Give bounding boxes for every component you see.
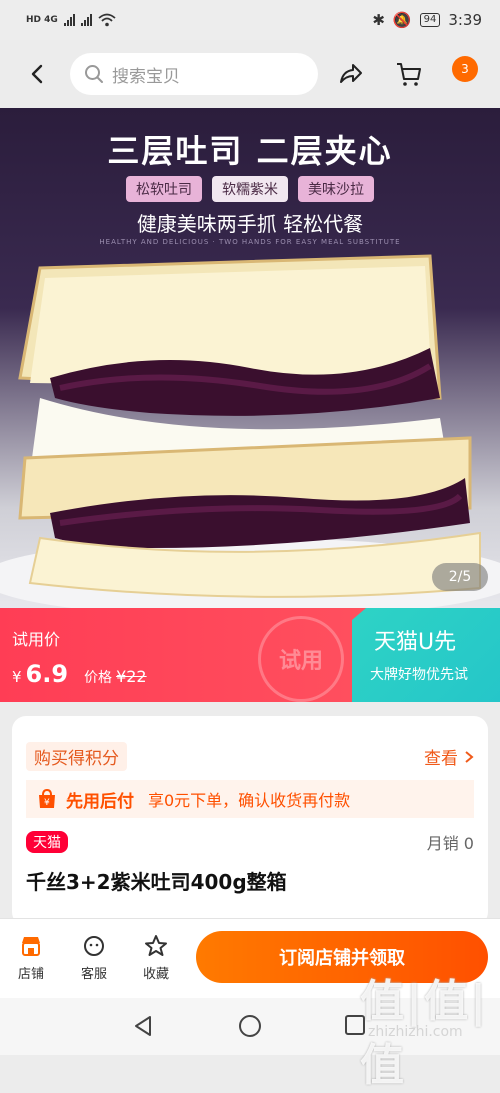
tmall-u-first-banner[interactable]: 天猫U先 大牌好物优先试 [352, 608, 500, 702]
trial-price: 6.9 [25, 660, 69, 688]
trial-price-block: 试用价 ¥ 6.9 价格 ¥22 [12, 626, 147, 688]
original-price-label: 价格 [84, 670, 113, 686]
tab-favorite[interactable]: 收藏 [136, 933, 176, 982]
chevron-right-icon [465, 750, 474, 763]
nav-home-icon[interactable] [238, 1014, 262, 1038]
view-label: 查看 [424, 749, 458, 769]
mute-icon: 🔕 [392, 11, 412, 29]
pay-later-title: 先用后付 [66, 791, 134, 812]
top-nav: 搜索宝贝 3 [0, 40, 500, 108]
pay-later-bag-icon: ¥ [39, 788, 55, 808]
points-label: 购买得积分 [26, 742, 127, 771]
customer-service-label: 客服 [80, 967, 107, 982]
hero-title: 三层吐司 二层夹心 [107, 132, 393, 170]
tmall-u-title: 天猫U先 [374, 630, 457, 655]
hero-tag: 松软吐司 [126, 176, 202, 202]
hero-tag: 美味沙拉 [298, 176, 374, 202]
sandwich-image [0, 254, 500, 608]
carousel-pager: 2/5 [432, 563, 488, 591]
network-indicator: HD 4G [26, 15, 58, 25]
battery-indicator: 94 [419, 13, 441, 27]
product-image-carousel[interactable]: 三层吐司 二层夹心 松软吐司 软糯紫米 美味沙拉 健康美味两手抓 轻松代餐 HE… [0, 108, 500, 608]
pay-later-row[interactable]: ¥ 先用后付 享0元下单，确认收货再付款 [26, 780, 474, 818]
status-bar: HD 4G ✱ 🔕 94 3:39 [0, 0, 500, 40]
svg-text:¥: ¥ [44, 798, 50, 808]
signal-icon [63, 14, 75, 26]
points-row[interactable]: 购买得积分 查看 [26, 742, 474, 771]
hero-tag: 软糯紫米 [212, 176, 288, 202]
more-badge[interactable]: 3 [452, 56, 478, 82]
favorite-label: 收藏 [142, 967, 169, 982]
status-right: ✱ 🔕 94 3:39 [372, 11, 482, 29]
hero-subtitle: 健康美味两手抓 轻松代餐 [136, 212, 364, 236]
product-info-card: 购买得积分 查看 ¥ 先用后付 享0元下单，确认收货再付款 天猫 月销 0 千丝… [12, 716, 488, 926]
site-watermark-url: zhizhizhi.com [368, 1024, 463, 1040]
store-label: 店铺 [17, 967, 44, 982]
share-icon[interactable] [338, 62, 364, 86]
cart-icon[interactable] [395, 60, 423, 88]
trial-stamp-watermark: 试用 [258, 616, 344, 702]
hero-tags: 松软吐司 软糯紫米 美味沙拉 [0, 176, 500, 202]
tmall-u-subtitle: 大牌好物优先试 [370, 667, 468, 683]
status-time: 3:39 [448, 11, 482, 29]
nav-back-icon[interactable] [132, 1014, 154, 1038]
trial-label: 试用价 [12, 630, 61, 649]
store-icon [11, 933, 51, 959]
customer-service-icon [74, 933, 114, 959]
signal-icon-2 [80, 14, 92, 26]
meta-row: 天猫 月销 0 [26, 830, 474, 854]
bluetooth-icon: ✱ [372, 11, 385, 29]
tab-customer-service[interactable]: 客服 [74, 933, 114, 982]
back-arrow-icon[interactable] [26, 62, 50, 86]
search-icon [85, 65, 103, 83]
hero-tiny-text: HEALTHY AND DELICIOUS · TWO HANDS FOR EA… [99, 238, 401, 246]
original-price: ¥22 [116, 667, 147, 686]
tab-store[interactable]: 店铺 [11, 933, 51, 982]
view-points-link[interactable]: 查看 [424, 744, 474, 769]
search-input[interactable]: 搜索宝贝 [70, 53, 318, 95]
pay-later-description: 享0元下单，确认收货再付款 [148, 791, 351, 810]
wifi-icon [98, 13, 116, 27]
currency-symbol: ¥ [12, 668, 22, 686]
product-title: 千丝3+2紫米吐司400g整箱 [26, 870, 287, 894]
tmall-badge: 天猫 [26, 831, 68, 853]
star-icon [136, 933, 176, 959]
status-left: HD 4G [26, 13, 116, 27]
search-placeholder: 搜索宝贝 [112, 66, 180, 87]
price-row: ¥ 6.9 价格 ¥22 [12, 660, 147, 688]
monthly-sales: 月销 0 [426, 834, 474, 853]
trial-price-banner: 试用价 ¥ 6.9 价格 ¥22 试用 天猫U先 大牌好物优先试 [0, 608, 500, 702]
